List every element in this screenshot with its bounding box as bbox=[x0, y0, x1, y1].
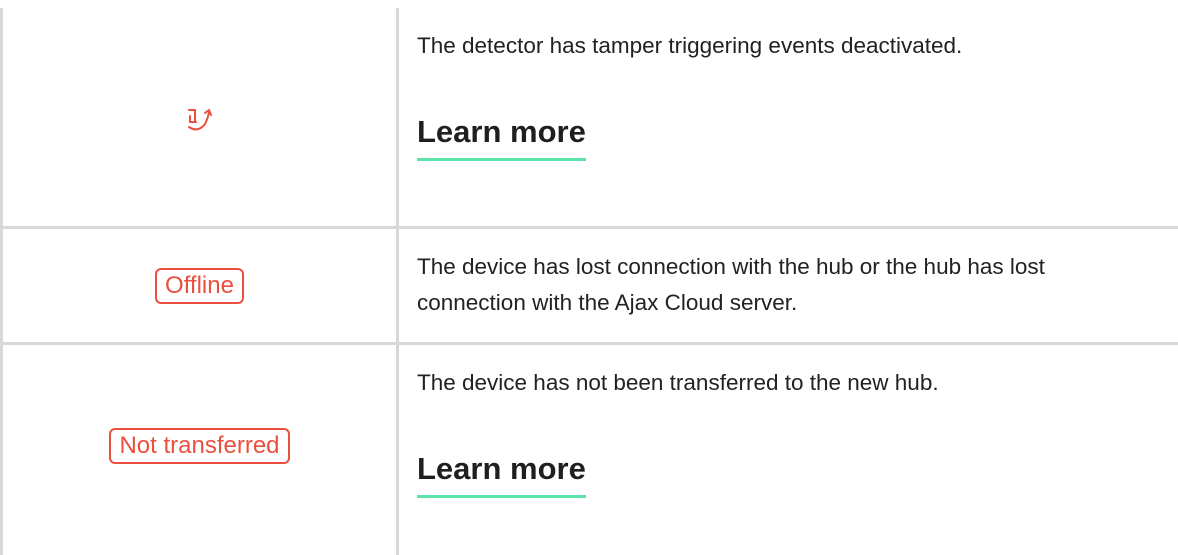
description-cell: The device has not been transferred to t… bbox=[417, 345, 1178, 555]
indicator-cell: Not transferred bbox=[3, 345, 396, 555]
status-indicator-table: The detector has tamper triggering event… bbox=[0, 0, 1178, 555]
row-description: The device has lost connection with the … bbox=[417, 254, 1045, 315]
learn-more-link[interactable]: Learn more bbox=[417, 112, 586, 161]
row-description: The detector has tamper triggering event… bbox=[417, 33, 963, 58]
learn-more-link[interactable]: Learn more bbox=[417, 449, 586, 498]
offline-badge: Offline bbox=[155, 267, 244, 304]
description-cell: The device has lost connection with the … bbox=[417, 229, 1178, 342]
table-row: Offline The device has lost connection w… bbox=[0, 229, 1178, 342]
indicator-cell bbox=[3, 8, 396, 226]
tamper-deactivated-icon bbox=[180, 100, 220, 145]
description-cell: The detector has tamper triggering event… bbox=[417, 8, 1178, 226]
row-description: The device has not been transferred to t… bbox=[417, 370, 939, 395]
not-transferred-badge: Not transferred bbox=[109, 428, 290, 464]
indicator-cell: Offline bbox=[3, 229, 396, 342]
table-row: Not transferred The device has not been … bbox=[0, 345, 1178, 555]
table-row: The detector has tamper triggering event… bbox=[0, 8, 1178, 226]
